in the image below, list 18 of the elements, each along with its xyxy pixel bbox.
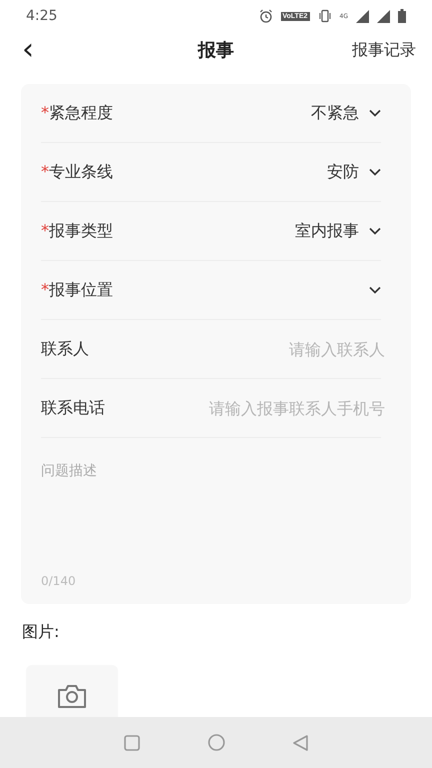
field-label: 联系人 <box>41 338 89 360</box>
field-label: *报事类型 <box>41 220 113 242</box>
field-label: *报事位置 <box>41 280 113 300</box>
select-field[interactable]: 室内报事 <box>295 220 381 242</box>
select-field[interactable]: 安防 <box>327 162 381 182</box>
back-button[interactable]: ‹ <box>18 35 38 65</box>
character-counter: 0/140 <box>41 574 77 588</box>
select-field[interactable]: 不紧急 <box>311 102 381 124</box>
field-label: *专业条线 <box>41 162 113 182</box>
field-label: 联系电话 <box>41 398 105 418</box>
images-label: 图片: <box>22 622 60 643</box>
field-label: *紧急程度 <box>41 102 113 124</box>
description-field[interactable]: 问题描述 <box>41 462 381 552</box>
status-time: 4:25 <box>26 8 58 24</box>
report-history-link[interactable]: 报事记录 <box>352 40 416 60</box>
input-field[interactable]: 请输入联系人 <box>165 340 385 358</box>
input-field[interactable]: 请输入报事联系人手机号 <box>165 398 385 418</box>
page-title: 报事 <box>198 39 234 62</box>
